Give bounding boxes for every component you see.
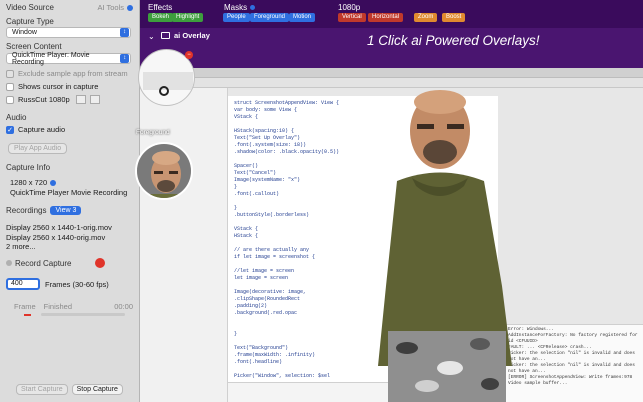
color-swatch[interactable]	[75, 95, 86, 104]
play-app-audio-button[interactable]: Play App Audio	[8, 143, 68, 154]
ai-overlay-label: ai Overlay	[174, 31, 210, 40]
capture-size: 1280 x 720	[10, 178, 48, 187]
info-icon	[250, 5, 255, 10]
status-dot-icon	[6, 260, 12, 266]
foreground-label: Foreground	[136, 129, 170, 136]
chevron-down-icon[interactable]: ⌄	[148, 32, 155, 41]
info-icon	[127, 4, 133, 11]
exclude-sample-checkbox[interactable]: Exclude sample app from stream	[6, 69, 133, 78]
mask-tag-motion[interactable]: Motion	[289, 13, 316, 22]
resolution-tag-vertical[interactable]: Vertical	[338, 13, 366, 22]
checkmark-icon: ✓	[6, 125, 14, 134]
mask-tag-people[interactable]: People	[223, 13, 250, 22]
capture-info-label: Capture Info	[6, 163, 51, 172]
audio-label: Audio	[6, 113, 27, 122]
resolution-tag-horizontal[interactable]: Horizontal	[368, 13, 404, 22]
ai-tools-tab[interactable]: AI Tools	[97, 3, 124, 12]
frame-column-header: Frame	[14, 302, 36, 311]
recording-item[interactable]: Display 2560 x 1440-1-orig.mov	[6, 223, 133, 232]
screen-content-value: QuickTime Player: Movie Recording	[12, 51, 90, 66]
window-toolbar	[140, 68, 643, 78]
capture-source: QuickTime Player Movie Recording	[10, 188, 128, 197]
view-recordings-button[interactable]: View 3	[50, 206, 82, 215]
effect-tag-highlight[interactable]: Highlight	[172, 13, 204, 22]
sidebar: Video Source AI Tools Capture Type Windo…	[0, 0, 140, 402]
chevron-updown-icon: ↕	[120, 28, 129, 37]
russcut-label: RussCut 1080p	[18, 95, 70, 104]
capture-type-select[interactable]: Window ↕	[6, 27, 131, 38]
capture-type-value: Window	[12, 29, 37, 36]
checkbox	[6, 82, 14, 91]
effects-label: Effects	[148, 3, 173, 12]
info-icon	[50, 179, 57, 186]
checkbox	[6, 95, 14, 104]
checkbox-disabled	[6, 69, 14, 78]
close-icon[interactable]: −	[185, 51, 193, 59]
progress-marker	[24, 313, 31, 316]
shows-cursor-label: Shows cursor in capture	[18, 82, 99, 91]
finished-column-header: Finished	[43, 302, 73, 311]
banner-headline: 1 Click ai Powered Overlays!	[367, 33, 540, 48]
frames-input[interactable]: 400	[6, 278, 40, 290]
person-overlay	[378, 90, 512, 402]
tag-zoom[interactable]: Zoom	[414, 13, 438, 22]
tag-boost[interactable]: Boost	[442, 13, 466, 22]
progress-bar	[41, 313, 125, 316]
record-capture-label: Record Capture	[15, 258, 72, 268]
foreground-bubble[interactable]	[135, 142, 193, 200]
masks-label: Masks	[224, 3, 248, 12]
start-capture-button[interactable]: Start Capture	[16, 384, 68, 395]
overlay-icon	[161, 32, 170, 39]
mask-tag-foreground[interactable]: Foreground	[250, 13, 290, 22]
capture-type-label: Capture Type	[6, 17, 54, 26]
exclude-sample-label: Exclude sample app from stream	[18, 69, 128, 78]
elapsed-time: 00:00	[114, 302, 133, 311]
effects-toolbar: Effects Masks 1080p Bokeh Highlight Peop…	[140, 0, 643, 28]
debug-console: Error: Windows... AddInstanceForFactory:…	[504, 324, 643, 402]
shows-cursor-checkbox[interactable]: Shows cursor in capture	[6, 82, 133, 91]
video-source-tab[interactable]: Video Source	[6, 3, 54, 12]
stop-capture-button[interactable]: Stop Capture	[71, 384, 123, 395]
screen-content-select[interactable]: QuickTime Player: Movie Recording ↕	[6, 51, 131, 66]
frames-label: Frames (30-60 fps)	[45, 279, 109, 289]
resolution-label: 1080p	[338, 3, 361, 12]
russcut-checkbox[interactable]: RussCut 1080p	[6, 95, 133, 104]
overlay-banner: ⌄ ai Overlay 1 Click ai Powered Overlays…	[140, 28, 643, 68]
screen-content-label: Screen Content	[6, 42, 62, 51]
record-button[interactable]	[95, 258, 106, 268]
recordings-label: Recordings	[6, 206, 47, 215]
record-icon	[159, 86, 169, 96]
effect-tag-bokeh[interactable]: Bokeh	[148, 13, 174, 22]
capture-audio-checkbox[interactable]: ✓ Capture audio	[6, 125, 133, 134]
capture-audio-label: Capture audio	[18, 125, 66, 134]
chevron-updown-icon: ↕	[120, 54, 129, 63]
more-recordings-link[interactable]: 2 more...	[6, 242, 133, 251]
recording-item[interactable]: Display 2560 x 1440-orig.mov	[6, 233, 133, 242]
color-swatch[interactable]	[89, 95, 100, 104]
